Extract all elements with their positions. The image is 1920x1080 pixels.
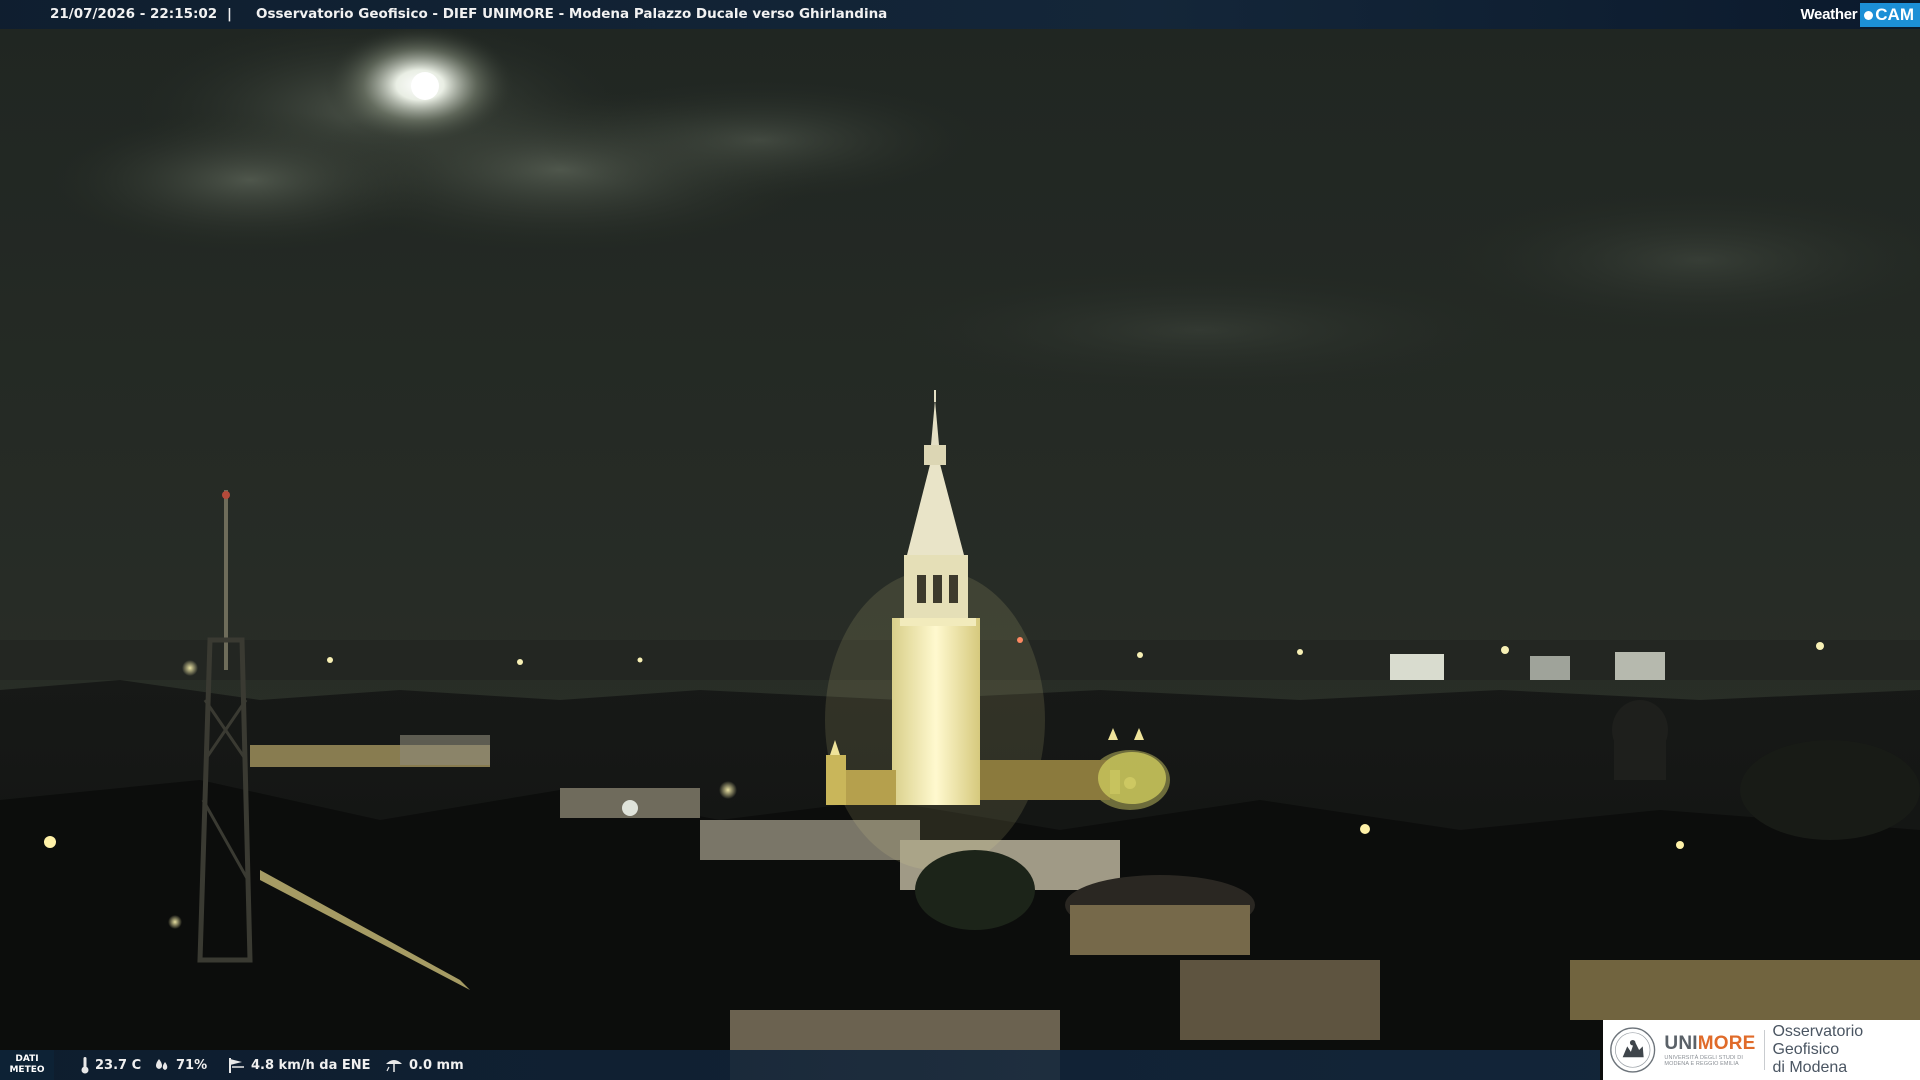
unimore-name: UNIMORE xyxy=(1664,1033,1755,1055)
meteo-label: METEO xyxy=(9,1065,45,1075)
weather-data-bar: DATI METEO 23.7 C 71% 4.8 km/h da ENE 0.… xyxy=(0,1050,1600,1080)
thermometer-icon xyxy=(81,1057,89,1074)
weathercam-dot-icon xyxy=(1864,10,1874,20)
unimore-wordmark: UNIMORE UNIVERSITÀ DEGLI STUDI DI MODENA… xyxy=(1664,1033,1755,1067)
observatory-name: Osservatorio Geofisico di Modena xyxy=(1772,1023,1920,1077)
weathercam-logo: Weather CAM xyxy=(1800,0,1920,29)
observatory-line-2: di Modena xyxy=(1772,1059,1848,1076)
rain-value: 0.0 mm xyxy=(409,1057,464,1073)
wind-metric: 4.8 km/h da ENE xyxy=(226,1050,371,1080)
webcam-night-scene xyxy=(0,0,1920,1080)
wind-icon xyxy=(229,1058,244,1073)
datetime: 21/07/2026 - 22:15:02 xyxy=(50,6,218,22)
weathercam-weather-text: Weather xyxy=(1800,6,1858,23)
separator: | xyxy=(227,6,232,22)
wind-value: 4.8 km/h da ENE xyxy=(251,1057,371,1073)
weathercam-cam-text: CAM xyxy=(1875,5,1914,24)
dati-label: DATI xyxy=(15,1054,39,1064)
humidity-drops-icon xyxy=(156,1059,168,1070)
moon xyxy=(325,25,515,145)
uni-text: UNI xyxy=(1664,1033,1698,1054)
logo-divider xyxy=(1763,1030,1765,1070)
rain-gauge-icon xyxy=(386,1060,402,1072)
weathercam-cam-badge: CAM xyxy=(1860,2,1920,27)
temperature-metric: 23.7 C xyxy=(80,1050,141,1080)
humidity-value: 71% xyxy=(176,1057,208,1073)
dati-meteo-label: DATI METEO xyxy=(0,1050,54,1080)
camera-title: Osservatorio Geofisico - DIEF UNIMORE - … xyxy=(256,6,888,22)
observatory-line-1: Osservatorio Geofisico xyxy=(1772,1023,1864,1058)
unimore-observatory-logo: UNIMORE UNIVERSITÀ DEGLI STUDI DI MODENA… xyxy=(1603,1020,1920,1080)
top-banner: 21/07/2026 - 22:15:02 | Osservatorio Geo… xyxy=(0,0,1920,29)
rain-metric: 0.0 mm xyxy=(384,1050,464,1080)
more-text: MORE xyxy=(1697,1033,1756,1054)
temperature-value: 23.7 C xyxy=(95,1057,142,1073)
university-subtitle-2: MODENA E REGGIO EMILIA xyxy=(1664,1061,1739,1067)
university-seal-icon xyxy=(1610,1027,1656,1073)
humidity-metric: 71% xyxy=(153,1050,207,1080)
